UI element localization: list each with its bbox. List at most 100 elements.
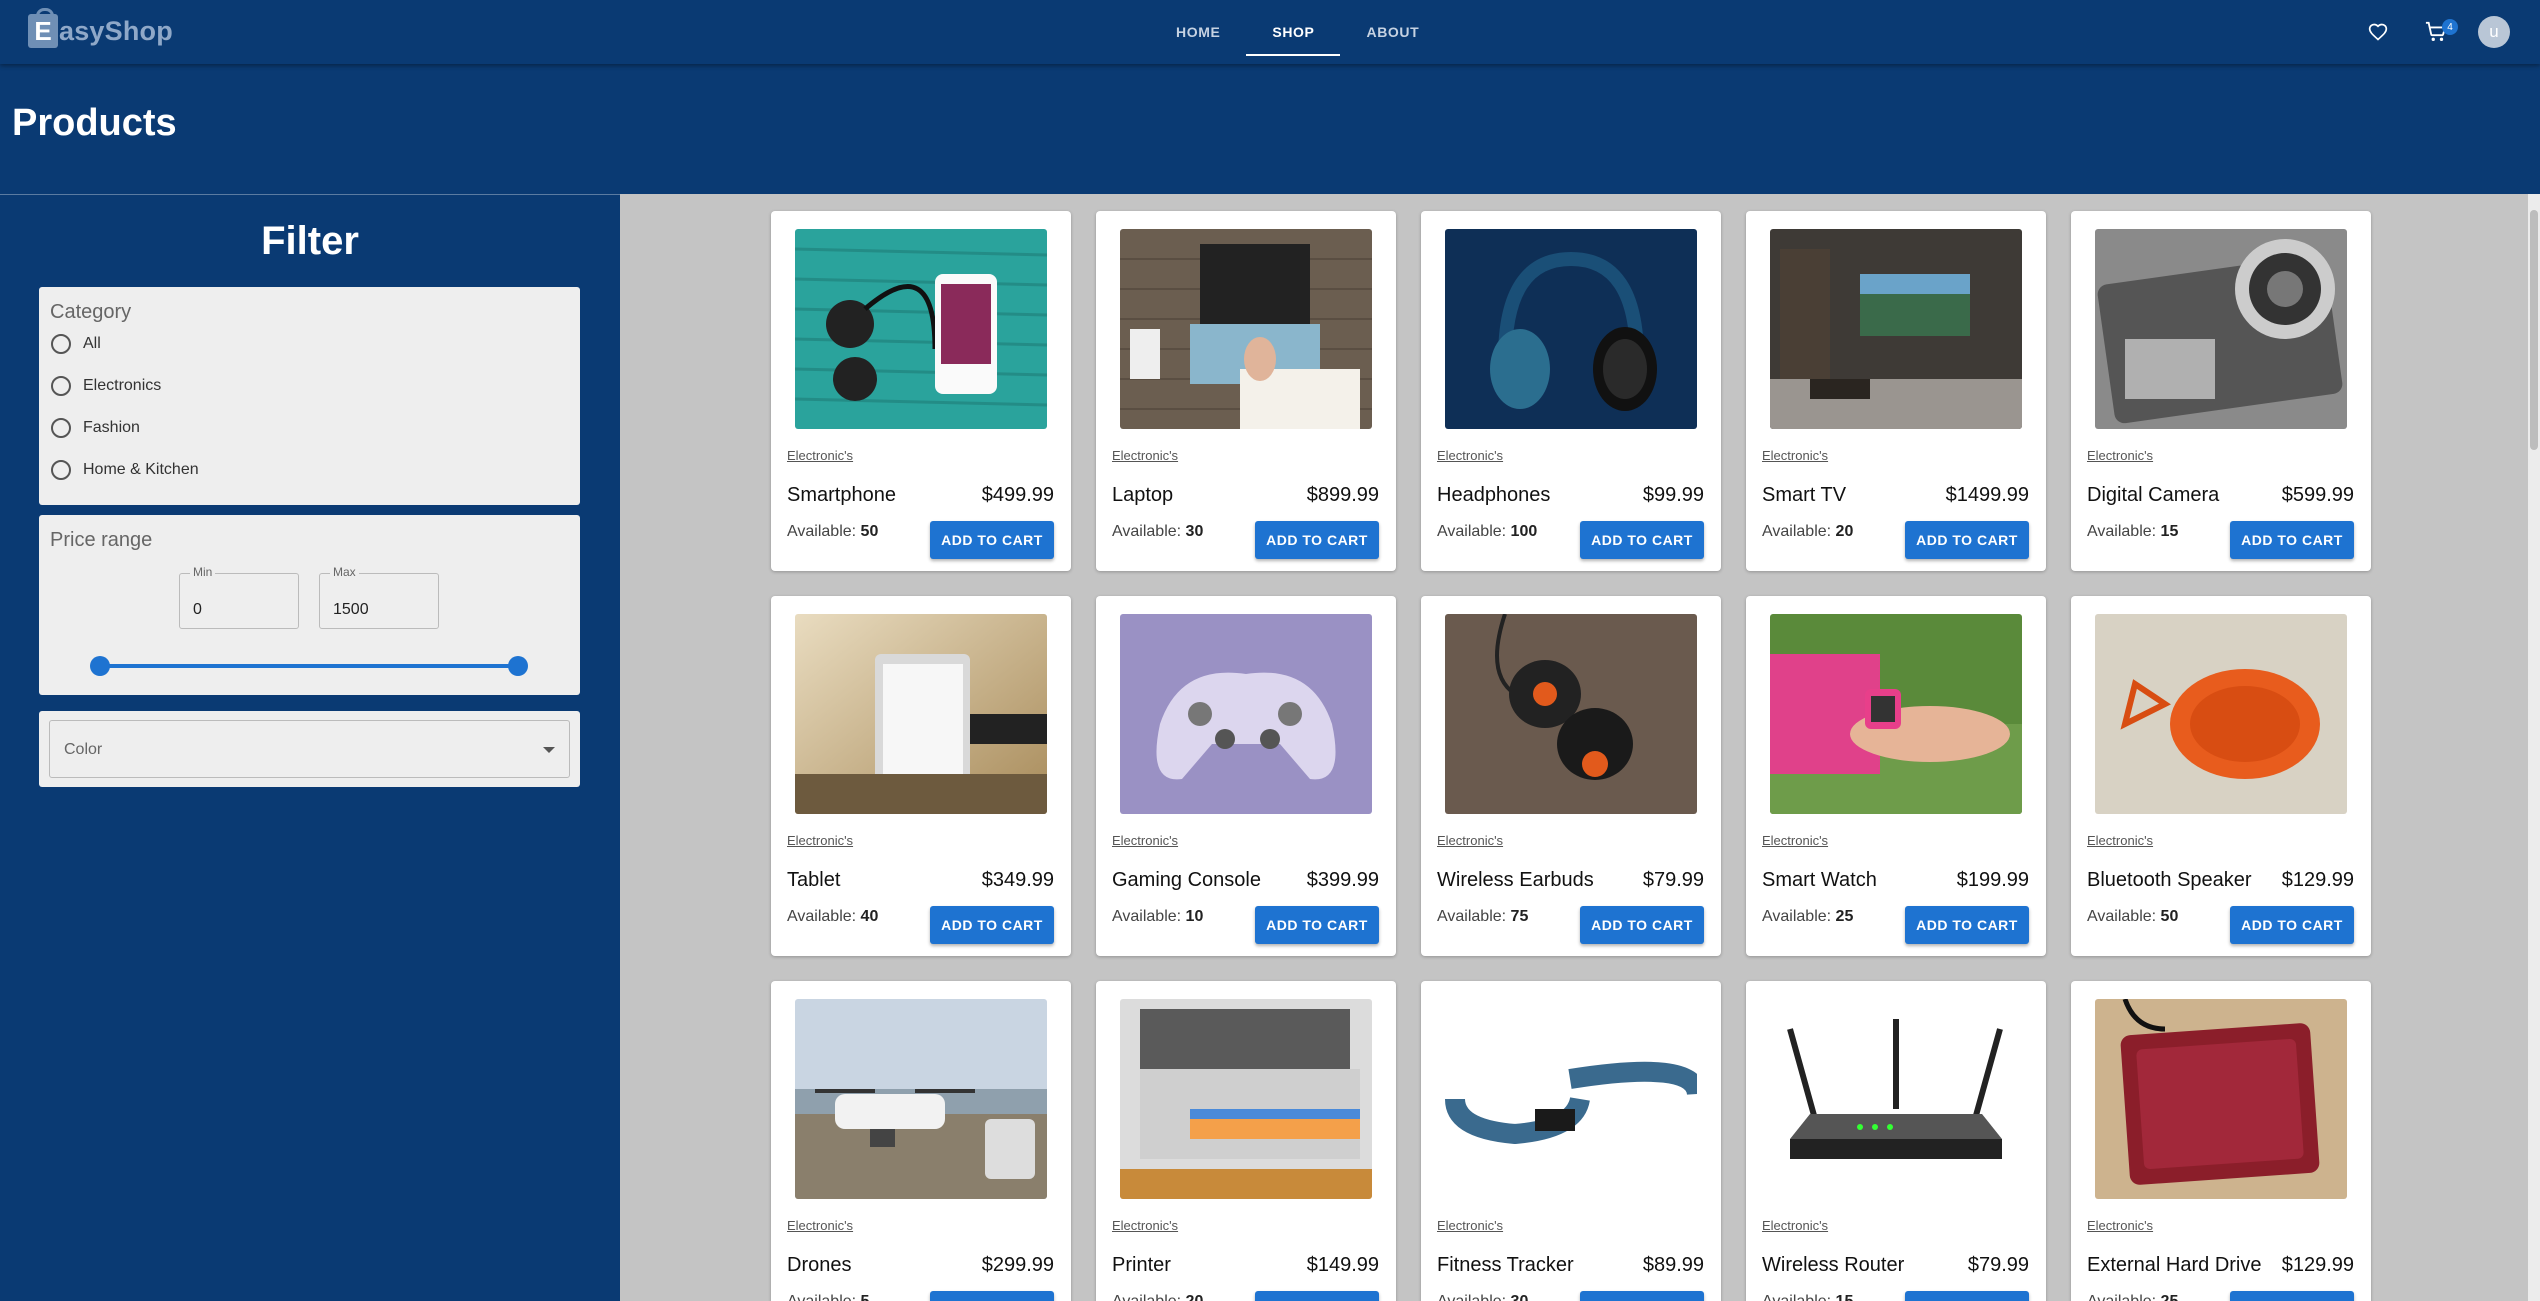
add-to-cart-button[interactable]: ADD TO CART xyxy=(1255,906,1379,944)
scrollbar-thumb[interactable] xyxy=(2530,210,2538,450)
product-category-link[interactable]: Electronic's xyxy=(1112,833,1178,848)
product-category-link[interactable]: Electronic's xyxy=(1437,833,1503,848)
add-to-cart-button[interactable]: ADD TO CART xyxy=(1255,521,1379,559)
product-name: Tablet xyxy=(787,869,841,891)
product-category-link[interactable]: Electronic's xyxy=(2087,448,2153,463)
cart-icon[interactable]: 4 xyxy=(2420,16,2458,48)
product-image-drone-photo[interactable] xyxy=(795,999,1047,1199)
price-slider-max-thumb[interactable] xyxy=(508,656,528,676)
category-option-all[interactable]: All xyxy=(51,334,101,354)
product-image-laptop-desk-photo[interactable] xyxy=(1120,229,1372,429)
product-category-link[interactable]: Electronic's xyxy=(1437,1218,1503,1233)
add-to-cart-button[interactable]: ADD TO CART xyxy=(1255,1291,1379,1301)
product-image-smartphone-headphones-photo[interactable] xyxy=(795,229,1047,429)
add-to-cart-button[interactable]: ADD TO CART xyxy=(2230,521,2354,559)
price-slider-min-thumb[interactable] xyxy=(90,656,110,676)
product-card: Electronic's Digital Camera $599.99 Avai… xyxy=(2071,211,2371,571)
product-image-headphones-photo[interactable] xyxy=(1445,229,1697,429)
availability-count: 25 xyxy=(1835,908,1854,925)
add-to-cart-button[interactable]: ADD TO CART xyxy=(1580,906,1704,944)
add-to-cart-button[interactable]: ADD TO CART xyxy=(1905,906,2029,944)
nav-home[interactable]: HOME xyxy=(1150,0,1246,64)
product-image-smart-tv-photo[interactable] xyxy=(1770,229,2022,429)
price-max-field[interactable]: Max xyxy=(319,565,439,629)
product-price: $399.99 xyxy=(1306,869,1379,891)
product-category-link[interactable]: Electronic's xyxy=(787,448,853,463)
product-image-printer-photo[interactable] xyxy=(1120,999,1372,1199)
product-image-digital-camera-photo[interactable] xyxy=(2095,229,2347,429)
color-select[interactable]: Color xyxy=(49,720,570,778)
add-to-cart-button[interactable]: ADD TO CART xyxy=(1905,1291,2029,1301)
add-to-cart-button[interactable]: ADD TO CART xyxy=(2230,906,2354,944)
product-availability: Available: 40 xyxy=(787,908,878,926)
easyshop-logo[interactable]: E asyShop xyxy=(28,8,173,48)
price-range-panel: Price range Min Max xyxy=(39,515,580,695)
radio-icon[interactable] xyxy=(51,376,71,396)
product-category-link[interactable]: Electronic's xyxy=(2087,833,2153,848)
filter-sidebar: Filter Category All Electronics Fashion … xyxy=(0,194,620,1301)
radio-icon[interactable] xyxy=(51,418,71,438)
category-option-home-kitchen[interactable]: Home & Kitchen xyxy=(51,460,199,480)
price-min-input[interactable] xyxy=(180,574,298,628)
product-availability: Available: 25 xyxy=(2087,1293,2178,1301)
product-category-link[interactable]: Electronic's xyxy=(1762,448,1828,463)
product-name: Fitness Tracker xyxy=(1437,1254,1574,1276)
add-to-cart-button[interactable]: ADD TO CART xyxy=(930,906,1054,944)
product-image-fitness-band-photo[interactable] xyxy=(1445,999,1697,1199)
availability-count: 50 xyxy=(2160,908,2179,925)
product-price: $899.99 xyxy=(1306,484,1379,506)
product-category-link[interactable]: Electronic's xyxy=(1762,833,1828,848)
availability-label: Available: xyxy=(1112,908,1182,925)
product-image-bluetooth-speaker-photo[interactable] xyxy=(2095,614,2347,814)
product-image-tablet-photo[interactable] xyxy=(795,614,1047,814)
availability-label: Available: xyxy=(787,523,857,540)
radio-icon[interactable] xyxy=(51,334,71,354)
product-category-link[interactable]: Electronic's xyxy=(787,1218,853,1233)
add-to-cart-button[interactable]: ADD TO CART xyxy=(1905,521,2029,559)
product-category-link[interactable]: Electronic's xyxy=(1762,1218,1828,1233)
add-to-cart-button[interactable]: ADD TO CART xyxy=(1580,1291,1704,1301)
product-card: Electronic's Gaming Console $399.99 Avai… xyxy=(1096,596,1396,956)
availability-count: 20 xyxy=(1186,1293,1204,1301)
add-to-cart-button[interactable]: ADD TO CART xyxy=(930,1291,1054,1301)
product-availability: Available: 50 xyxy=(2087,908,2178,926)
product-image-earbuds-photo[interactable] xyxy=(1445,614,1697,814)
product-price: $129.99 xyxy=(2281,869,2354,891)
product-category-link[interactable]: Electronic's xyxy=(787,833,853,848)
product-category-link[interactable]: Electronic's xyxy=(1112,448,1178,463)
category-option-electronics[interactable]: Electronics xyxy=(51,376,161,396)
price-min-field[interactable]: Min xyxy=(179,565,299,629)
product-image-hard-drive-photo[interactable] xyxy=(2095,999,2347,1199)
product-price: $299.99 xyxy=(981,1254,1054,1276)
product-name: Smartphone xyxy=(787,484,896,506)
product-grid: Electronic's Smartphone $499.99 Availabl… xyxy=(771,211,2371,1301)
product-name: External Hard Drive xyxy=(2087,1254,2262,1276)
product-name: Smart TV xyxy=(1762,484,1847,506)
product-name: Wireless Router xyxy=(1762,1254,1905,1276)
product-price: $1499.99 xyxy=(1945,484,2029,506)
product-category-link[interactable]: Electronic's xyxy=(2087,1218,2153,1233)
heart-icon[interactable] xyxy=(2362,16,2394,48)
avatar[interactable]: u xyxy=(2478,16,2510,48)
product-image-smart-watch-photo[interactable] xyxy=(1770,614,2022,814)
product-card: Electronic's Wireless Earbuds $79.99 Ava… xyxy=(1421,596,1721,956)
product-image-router-photo[interactable] xyxy=(1770,999,2022,1199)
product-category-link[interactable]: Electronic's xyxy=(1112,1218,1178,1233)
availability-label: Available: xyxy=(2087,1293,2156,1301)
nav-about[interactable]: ABOUT xyxy=(1340,0,1445,64)
category-option-fashion[interactable]: Fashion xyxy=(51,418,140,438)
product-availability: Available: 10 xyxy=(1112,908,1203,926)
product-card: Electronic's Headphones $99.99 Available… xyxy=(1421,211,1721,571)
price-slider-track[interactable] xyxy=(99,664,517,668)
availability-count: 75 xyxy=(1510,908,1529,925)
category-title: Category xyxy=(50,301,132,323)
scrollbar[interactable] xyxy=(2528,194,2540,1301)
product-category-link[interactable]: Electronic's xyxy=(1437,448,1503,463)
add-to-cart-button[interactable]: ADD TO CART xyxy=(930,521,1054,559)
nav-shop[interactable]: SHOP xyxy=(1246,0,1341,64)
price-max-input[interactable] xyxy=(320,574,438,628)
product-image-game-controller-photo[interactable] xyxy=(1120,614,1372,814)
add-to-cart-button[interactable]: ADD TO CART xyxy=(2230,1291,2354,1301)
radio-icon[interactable] xyxy=(51,460,71,480)
add-to-cart-button[interactable]: ADD TO CART xyxy=(1580,521,1704,559)
